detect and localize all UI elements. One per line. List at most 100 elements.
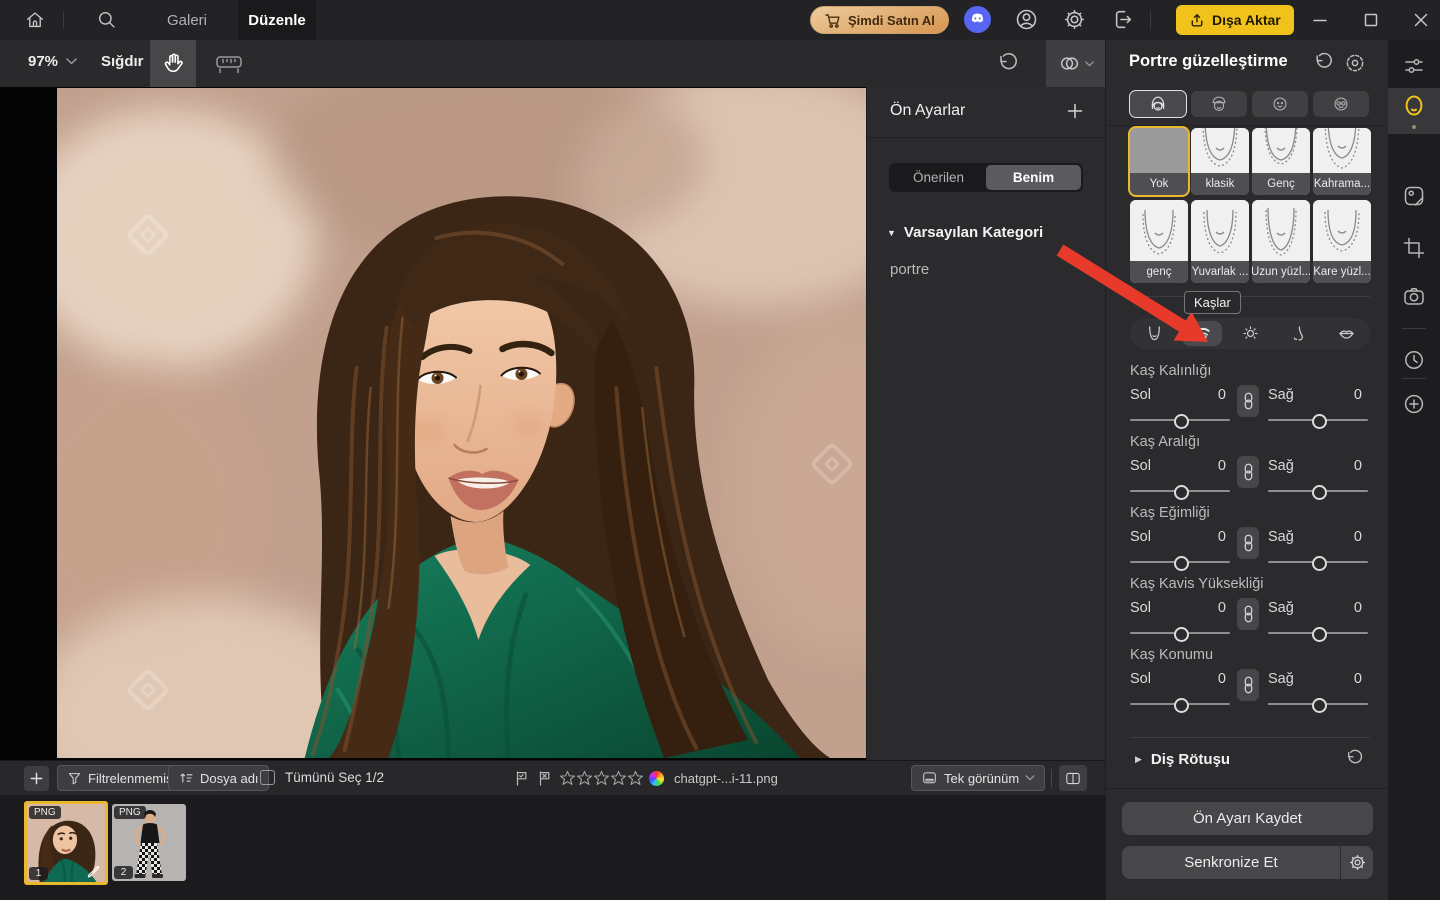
filter-button[interactable]: Filtrelenmemiş (57, 765, 183, 791)
preset-klasik[interactable]: klasik (1191, 128, 1249, 195)
feature-tab-face-shape[interactable] (1134, 321, 1174, 346)
link-toggle-button[interactable] (1237, 527, 1259, 559)
right-slider[interactable] (1268, 561, 1368, 563)
tab-mine[interactable]: Benim (986, 165, 1081, 190)
slider-handle[interactable] (1174, 414, 1189, 429)
preset-yuvarlak[interactable]: Yuvarlak ... (1191, 200, 1249, 283)
crop-tool-button[interactable] (1388, 232, 1440, 264)
exit-button[interactable] (1111, 8, 1134, 31)
history-tool-button[interactable] (1388, 344, 1440, 376)
ruler-tool-button[interactable] (212, 52, 246, 76)
star-icon[interactable] (576, 770, 593, 787)
color-label-icon[interactable] (649, 771, 664, 786)
fit-button[interactable]: Sığdır (101, 53, 144, 70)
split-view-button[interactable] (1059, 765, 1087, 791)
link-toggle-button[interactable] (1237, 669, 1259, 701)
tab-suggested[interactable]: Önerilen (891, 165, 986, 190)
link-toggle-button[interactable] (1237, 598, 1259, 630)
add-image-button[interactable] (24, 766, 49, 791)
feature-tab-eyes[interactable] (1230, 321, 1270, 346)
left-slider[interactable] (1130, 490, 1230, 492)
photo-edit-icon (1402, 184, 1426, 208)
export-button[interactable]: Dışa Aktar (1176, 5, 1294, 35)
edit-canvas[interactable] (0, 87, 866, 760)
right-slider[interactable] (1268, 490, 1368, 492)
select-all-checkbox[interactable] (260, 770, 275, 785)
portrait-tool-button[interactable] (1388, 88, 1440, 134)
add-tool-button[interactable] (1388, 388, 1440, 420)
tab-edit[interactable]: Düzenle (238, 0, 316, 40)
flag-pick-button[interactable] (514, 770, 529, 786)
feature-tab-eyebrows[interactable] (1182, 321, 1222, 346)
left-slider[interactable] (1130, 419, 1230, 421)
teeth-reset-button[interactable] (1344, 749, 1364, 769)
star-rating[interactable] (559, 770, 644, 787)
slider-handle[interactable] (1312, 485, 1327, 500)
left-slider[interactable] (1130, 561, 1230, 563)
view-mode-dropdown[interactable]: Tek görünüm (911, 765, 1045, 791)
preset-uzun-yuz[interactable]: Uzun yüzl... (1252, 200, 1310, 283)
category-tab-child[interactable] (1252, 91, 1308, 117)
teeth-section-header[interactable]: ▶ Diş Rötuşu (1135, 751, 1230, 768)
left-slider[interactable] (1130, 703, 1230, 705)
category-tab-elder[interactable] (1313, 91, 1369, 117)
filmstrip-thumb-1[interactable]: PNG 1 (24, 801, 108, 885)
slider-handle[interactable] (1174, 627, 1189, 642)
close-button[interactable] (1411, 11, 1431, 29)
home-button[interactable] (24, 9, 46, 31)
face-detect-button[interactable] (1344, 52, 1366, 74)
right-slider[interactable] (1268, 419, 1368, 421)
feature-tab-nose[interactable] (1278, 321, 1318, 346)
preset-kare-yuz[interactable]: Kare yüzl... (1313, 200, 1371, 283)
presets-tabs: Önerilen Benim (889, 163, 1083, 192)
hand-tool-button[interactable] (150, 40, 196, 87)
camera-tool-button[interactable] (1388, 280, 1440, 312)
category-header[interactable]: ▼ Varsayılan Kategori (887, 224, 1043, 241)
buy-now-button[interactable]: Şimdi Satın Al (810, 6, 949, 34)
preset-genc2[interactable]: genç (1130, 200, 1188, 283)
minimize-button[interactable] (1310, 11, 1330, 29)
discord-button[interactable] (964, 6, 991, 33)
category-item-portre[interactable]: portre (890, 261, 929, 278)
star-icon[interactable] (610, 770, 627, 787)
zoom-level-dropdown[interactable]: 97% (28, 53, 77, 70)
category-tab-woman[interactable] (1130, 91, 1186, 117)
preset-kahraman[interactable]: Kahrama... (1313, 128, 1371, 195)
slider-handle[interactable] (1312, 414, 1327, 429)
search-button[interactable] (96, 9, 118, 31)
slider-handle[interactable] (1312, 698, 1327, 713)
compare-view-button[interactable] (1046, 40, 1105, 87)
photo-edit-tool-button[interactable] (1388, 180, 1440, 212)
save-preset-button[interactable]: Ön Ayarı Kaydet (1122, 802, 1373, 835)
flag-reject-button[interactable] (537, 770, 552, 786)
account-button[interactable] (1015, 8, 1038, 31)
star-icon[interactable] (559, 770, 576, 787)
maximize-button[interactable] (1361, 11, 1381, 29)
adjust-tool-button[interactable] (1388, 50, 1440, 82)
preset-genc[interactable]: Genç (1252, 128, 1310, 195)
right-slider[interactable] (1268, 632, 1368, 634)
undo-button[interactable] (995, 52, 1019, 76)
feature-tab-lips[interactable] (1326, 321, 1366, 346)
slider-handle[interactable] (1312, 627, 1327, 642)
add-preset-button[interactable] (1065, 101, 1085, 121)
filmstrip-thumb-2[interactable]: PNG 2 (112, 804, 186, 881)
category-tab-man[interactable] (1191, 91, 1247, 117)
tab-gallery[interactable]: Galeri (150, 0, 224, 40)
right-slider[interactable] (1268, 703, 1368, 705)
reset-panel-button[interactable] (1312, 52, 1334, 74)
sync-button[interactable]: Senkronize Et (1122, 846, 1340, 879)
slider-handle[interactable] (1174, 485, 1189, 500)
settings-button[interactable] (1063, 8, 1086, 31)
link-toggle-button[interactable] (1237, 385, 1259, 417)
slider-handle[interactable] (1174, 556, 1189, 571)
star-icon[interactable] (627, 770, 644, 787)
sort-button[interactable]: Dosya adı (168, 765, 269, 791)
slider-handle[interactable] (1312, 556, 1327, 571)
preset-yok[interactable]: Yok (1130, 128, 1188, 195)
star-icon[interactable] (593, 770, 610, 787)
link-toggle-button[interactable] (1237, 456, 1259, 488)
left-slider[interactable] (1130, 632, 1230, 634)
slider-handle[interactable] (1174, 698, 1189, 713)
sync-settings-button[interactable] (1341, 846, 1373, 879)
